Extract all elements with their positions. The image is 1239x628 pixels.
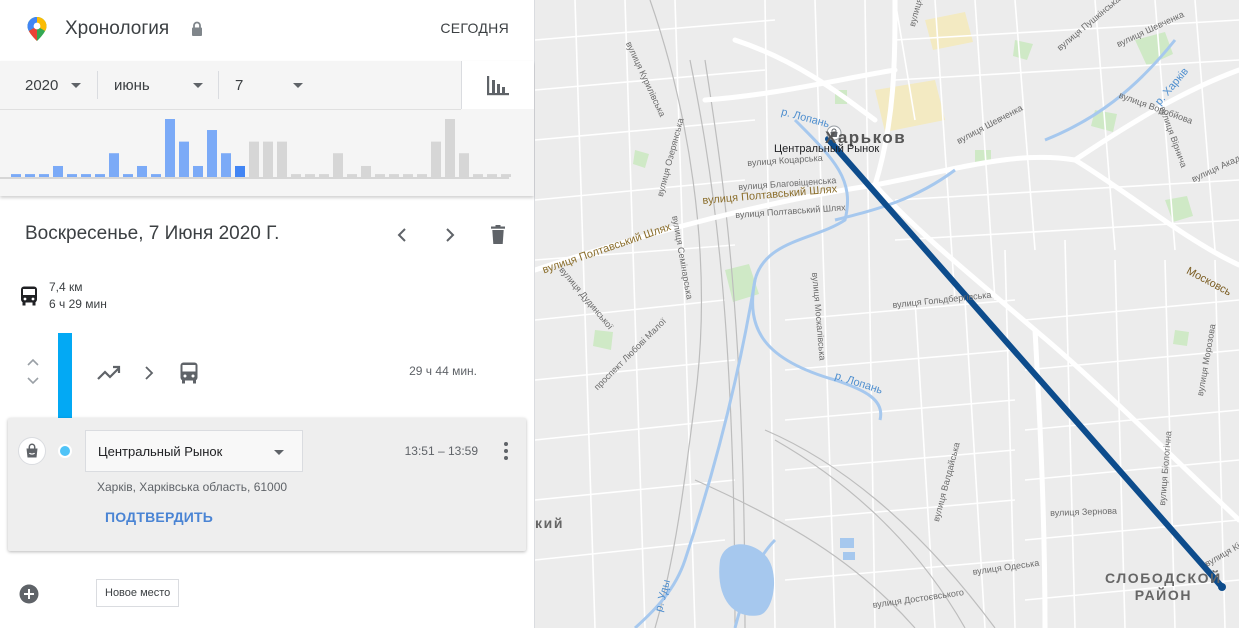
- histogram-day-bar[interactable]: [67, 174, 77, 177]
- day-title: Воскресенье, 7 Июня 2020 Г.: [25, 223, 280, 244]
- bus-icon: [180, 362, 198, 384]
- histogram-day-bar[interactable]: [473, 174, 483, 177]
- histogram-day-bar[interactable]: [25, 174, 35, 177]
- district-line-2: РАЙОН: [1134, 587, 1193, 603]
- trash-icon: [491, 225, 505, 244]
- histogram-day-bar[interactable]: [459, 153, 469, 177]
- histogram-day-bar[interactable]: [389, 174, 399, 177]
- histogram-day-bar[interactable]: [431, 141, 441, 177]
- histogram-day-bar[interactable]: [333, 153, 343, 177]
- date-histogram: 2020 июнь 7: [0, 61, 534, 196]
- histogram-day-bar[interactable]: [221, 153, 231, 177]
- trending-up-icon: [97, 365, 121, 380]
- today-button[interactable]: СЕГОДНЯ: [440, 20, 509, 36]
- histogram-day-bar[interactable]: [53, 165, 63, 177]
- histogram-day-bar[interactable]: [151, 174, 161, 177]
- dropdown-caret-icon: [274, 450, 284, 455]
- district-line-1: СЛОБОДСКОЙ: [1105, 570, 1222, 586]
- place-name-select[interactable]: Центральный Рынок: [85, 430, 303, 472]
- movement-duration: 29 ч 44 мин.: [409, 364, 477, 378]
- more-options-icon[interactable]: [500, 440, 512, 462]
- add-place-icon[interactable]: [19, 584, 39, 604]
- histogram-day-bar[interactable]: [291, 174, 301, 177]
- place-visit-card: Центральный Рынок 13:51 – 13:59 Харків, …: [8, 418, 526, 551]
- lock-icon: [192, 21, 202, 36]
- histogram-day-bar[interactable]: [109, 153, 119, 177]
- map-view[interactable]: Харьков Центральный Рынок СЛОБОДСКОЙ РАЙ…: [535, 0, 1239, 628]
- histogram-bars: [0, 119, 511, 179]
- route-line: [825, 136, 1225, 590]
- histogram-day-bar[interactable]: [501, 174, 511, 177]
- map-place-label: Центральный Рынок: [774, 143, 880, 155]
- top-bar: Хронология СЕГОДНЯ: [0, 0, 535, 60]
- histogram-day-bar[interactable]: [417, 174, 427, 177]
- histogram-day-bar[interactable]: [263, 141, 273, 177]
- place-name: Центральный Рынок: [98, 444, 223, 459]
- histogram-day-bar[interactable]: [235, 165, 245, 177]
- histogram-day-bar[interactable]: [39, 174, 49, 177]
- histogram-day-bar[interactable]: [193, 165, 203, 177]
- place-icon: [18, 437, 46, 465]
- histogram-day-bar[interactable]: [403, 174, 413, 177]
- visit-time: 13:51 – 13:59: [404, 444, 478, 458]
- new-place-button[interactable]: Новое место: [96, 579, 180, 607]
- timeline-app: Хронология СЕГОДНЯ 2020 июнь 7 Воскресен…: [0, 0, 1239, 628]
- histogram-day-bar[interactable]: [165, 119, 175, 177]
- total-distance: 7,4 км: [49, 280, 83, 294]
- histogram-day-bar[interactable]: [305, 174, 315, 177]
- histogram-day-bar[interactable]: [137, 165, 147, 177]
- histogram-day-bar[interactable]: [11, 174, 21, 177]
- timeline-dot: [58, 444, 72, 458]
- histogram-day-bar[interactable]: [81, 174, 91, 177]
- previous-day-button[interactable]: [390, 223, 414, 247]
- delete-day-button[interactable]: [486, 223, 510, 247]
- total-duration: 6 ч 29 мин: [49, 297, 107, 311]
- next-day-button[interactable]: [438, 223, 462, 247]
- histogram-day-bar[interactable]: [445, 119, 455, 177]
- histogram-day-bar[interactable]: [487, 174, 497, 177]
- histogram-day-bar[interactable]: [249, 141, 259, 177]
- histogram-day-bar[interactable]: [123, 174, 133, 177]
- histogram-day-bar[interactable]: [207, 130, 217, 177]
- day-header: Воскресенье, 7 Июня 2020 Г.: [0, 210, 534, 258]
- histogram-day-bar[interactable]: [277, 141, 287, 177]
- place-address: Харків, Харківська область, 61000: [97, 480, 288, 494]
- histogram-day-bar[interactable]: [319, 174, 329, 177]
- histogram-day-bar[interactable]: [361, 165, 371, 177]
- histogram-day-bar[interactable]: [179, 141, 189, 177]
- shopping-bag-icon: [26, 443, 38, 458]
- map-district-label: СЛОБОДСКОЙ РАЙОН: [1105, 570, 1222, 604]
- chevron-right-icon: [446, 228, 455, 242]
- expand-collapse-icon[interactable]: [26, 358, 40, 386]
- histogram-baseline: [0, 177, 509, 179]
- page-title: Хронология: [65, 18, 170, 39]
- chevron-left-icon: [397, 228, 406, 242]
- confirm-button[interactable]: ПОДТВЕРДИТЬ: [105, 509, 213, 525]
- histogram-day-bar[interactable]: [347, 174, 357, 177]
- chevron-right-icon: [145, 366, 154, 380]
- map-partial-district-label: кий: [535, 515, 565, 531]
- bus-icon: [21, 286, 37, 306]
- histogram-day-bar[interactable]: [95, 174, 105, 177]
- maps-pin-logo-icon: [27, 17, 47, 41]
- timeline-panel: Хронология СЕГОДНЯ 2020 июнь 7 Воскресен…: [0, 0, 535, 628]
- histogram-day-bar[interactable]: [375, 174, 385, 177]
